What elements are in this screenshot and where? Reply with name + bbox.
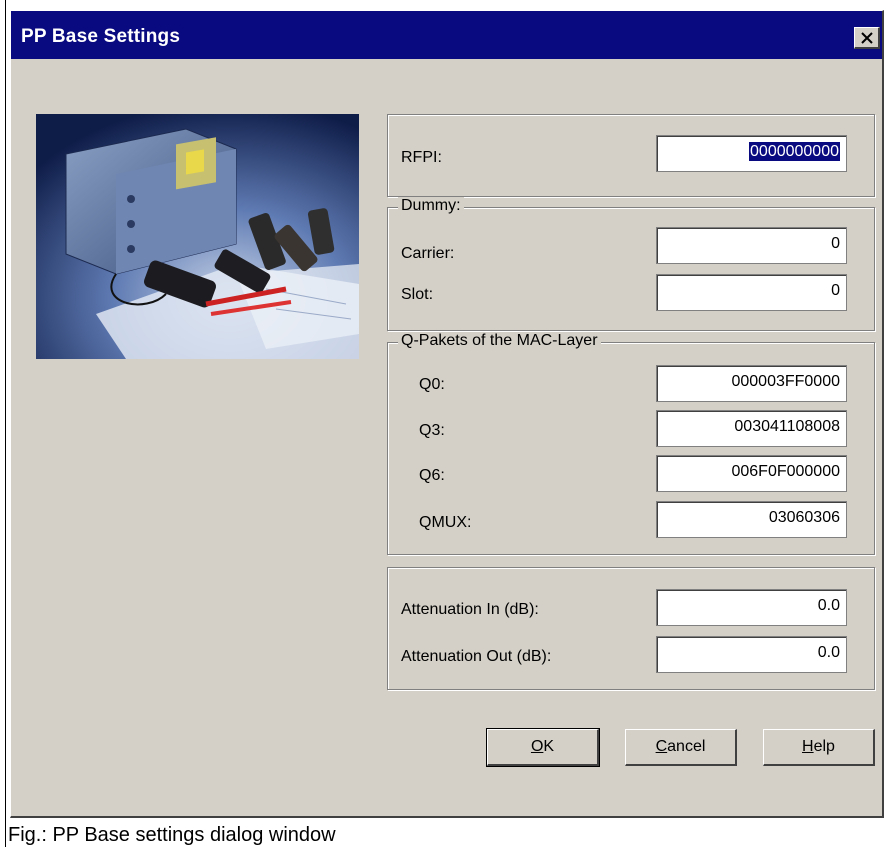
close-button[interactable] [854,27,880,49]
slot-label: Slot: [401,286,434,303]
page-border [5,0,6,847]
attenuation-out-label: Attenuation Out (dB): [401,648,552,665]
qpackets-legend: Q-Pakets of the MAC-Layer [398,332,601,350]
attenuation-out-value: 0.0 [817,644,840,661]
q0-label: Q0: [419,376,445,393]
cancel-label-rest: ancel [667,738,706,755]
dummy-legend: Dummy: [398,197,464,215]
close-icon [860,31,873,44]
q0-field[interactable]: 000003FF0000 [656,365,847,402]
slot-value: 0 [831,282,840,299]
pp-base-settings-dialog: PP Base Settings RFPI: 0000000000 Dummy:… [10,10,884,818]
cancel-mnemonic: C [655,738,668,755]
help-label-rest: elp [813,738,835,755]
ok-label-rest: K [543,738,555,755]
qmux-field[interactable]: 03060306 [656,501,847,538]
q3-value: 003041108008 [734,418,840,435]
ok-mnemonic: O [530,738,544,755]
help-mnemonic: H [802,738,814,755]
q0-value: 000003FF0000 [731,373,840,390]
title-bar[interactable]: PP Base Settings [11,11,882,59]
carrier-value: 0 [831,235,840,252]
rfpi-field[interactable]: 0000000000 [656,135,847,172]
dummy-group: Dummy: [387,197,875,331]
figure-caption: Fig.: PP Base settings dialog window [8,824,336,846]
attenuation-in-value: 0.0 [817,597,840,614]
ok-button[interactable]: OK [486,728,600,767]
qmux-label: QMUX: [419,514,472,531]
carrier-field[interactable]: 0 [656,227,847,264]
carrier-label: Carrier: [401,245,455,262]
q6-label: Q6: [419,467,445,484]
q3-field[interactable]: 003041108008 [656,410,847,447]
attenuation-in-label: Attenuation In (dB): [401,601,539,618]
qmux-value: 03060306 [768,509,840,526]
rfpi-label: RFPI: [401,149,442,166]
attenuation-in-field[interactable]: 0.0 [656,589,847,626]
rfpi-value: 0000000000 [749,142,840,161]
equipment-photo [36,114,359,359]
q3-label: Q3: [419,422,445,439]
attenuation-out-field[interactable]: 0.0 [656,636,847,673]
dialog-title: PP Base Settings [21,26,181,47]
q6-value: 006F0F000000 [731,463,840,480]
q6-field[interactable]: 006F0F000000 [656,455,847,492]
cancel-button[interactable]: Cancel [625,729,737,766]
slot-field[interactable]: 0 [656,274,847,311]
help-button[interactable]: Help [763,729,875,766]
